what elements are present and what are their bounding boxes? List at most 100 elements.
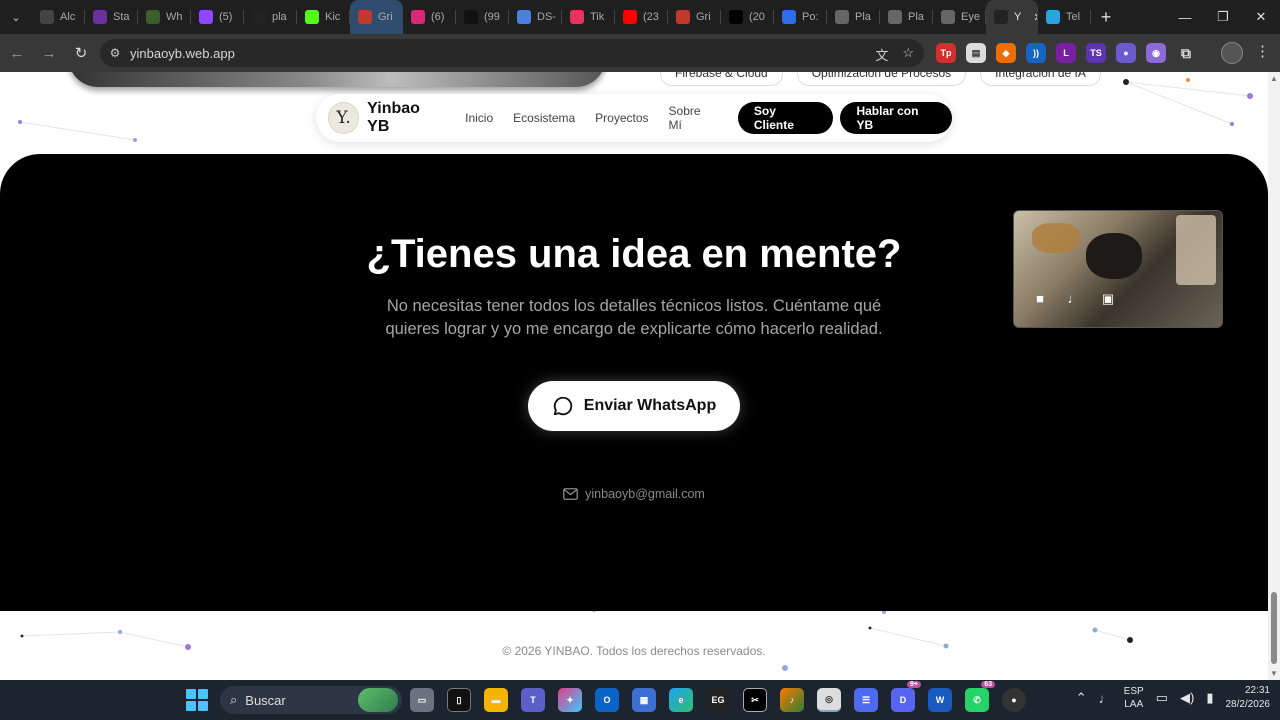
discord-icon[interactable]: D 9+ bbox=[891, 681, 921, 712]
nav-link-proyectos[interactable]: Proyectos bbox=[595, 111, 648, 125]
capcut-icon[interactable]: ✂ bbox=[743, 688, 767, 712]
taskbar-search[interactable]: ⌕ Buscar bbox=[220, 686, 402, 714]
whatsapp-badge: 63 bbox=[981, 681, 995, 688]
word-icon[interactable]: W bbox=[928, 688, 952, 712]
whatsapp-icon[interactable]: ✆ 63 bbox=[965, 681, 995, 712]
windows-taskbar: ⌕ Buscar ▭ ▯ ▬ T ✦ O ▦ e EG ✂ ♪ ◎ ☰ D 9+ … bbox=[0, 680, 1280, 720]
nav-link-sobre-mi[interactable]: Sobre Mí bbox=[669, 104, 716, 132]
extension-icon[interactable]: TS bbox=[1086, 43, 1106, 63]
nav-link-inicio[interactable]: Inicio bbox=[465, 111, 493, 125]
browser-tab[interactable]: (20 bbox=[721, 0, 774, 34]
window-controls: — ❐ ✕ bbox=[1166, 0, 1280, 34]
forward-icon[interactable]: → bbox=[34, 38, 64, 68]
extension-icon[interactable]: ◉ bbox=[1146, 43, 1166, 63]
profile-avatar[interactable] bbox=[1221, 42, 1243, 64]
chrome-icon[interactable]: ◎ bbox=[817, 688, 841, 712]
obs-icon[interactable]: ● bbox=[1002, 688, 1026, 712]
extension-icon[interactable]: ● bbox=[1116, 43, 1136, 63]
contact-email-link[interactable]: yinbaoyb@gmail.com bbox=[0, 487, 1268, 501]
fl-studio-icon[interactable]: ♪ bbox=[780, 688, 804, 712]
brand-name[interactable]: Yinbao YB bbox=[367, 100, 444, 136]
store-icon[interactable]: ▦ bbox=[632, 688, 656, 712]
clock[interactable]: 22:31 28/2/2026 bbox=[1226, 684, 1271, 712]
extensions-puzzle-icon[interactable]: ⧉ bbox=[1176, 43, 1196, 63]
x-icon bbox=[729, 10, 743, 24]
file-explorer-icon[interactable]: ▬ bbox=[484, 688, 508, 712]
close-window-icon[interactable]: ✕ bbox=[1242, 0, 1280, 34]
browser-tab[interactable]: Pla bbox=[880, 0, 933, 34]
browser-tab[interactable]: pla bbox=[244, 0, 297, 34]
browser-tab-label: (20 bbox=[749, 11, 765, 23]
globe-icon bbox=[835, 10, 849, 24]
scroll-up-icon[interactable]: ▲ bbox=[1270, 74, 1278, 83]
minimize-icon[interactable]: — bbox=[1166, 0, 1204, 34]
outlook-icon[interactable]: O bbox=[595, 688, 619, 712]
browser-tab[interactable]: (5) bbox=[191, 0, 244, 34]
windows-start-icon[interactable] bbox=[186, 689, 208, 711]
address-bar[interactable]: ⚙ yinbaoyb.web.app 文 ☆ bbox=[100, 39, 924, 67]
tab-search-button[interactable]: ⌄ bbox=[0, 0, 32, 34]
browser-tab[interactable]: Kic bbox=[297, 0, 350, 34]
url-text[interactable]: yinbaoyb.web.app bbox=[130, 46, 235, 61]
tiktok-icon bbox=[464, 10, 478, 24]
browser-tab-label: Gri bbox=[378, 11, 393, 23]
hablar-con-yb-button[interactable]: Hablar con YB bbox=[840, 102, 952, 134]
browser-tab[interactable]: Tel bbox=[1038, 0, 1091, 34]
microphone-tray-icon[interactable]: ♩ bbox=[1099, 691, 1112, 706]
browser-tab[interactable]: Tik bbox=[562, 0, 615, 34]
network-icon[interactable]: ▭ bbox=[1156, 690, 1168, 706]
taskbar-search-placeholder: Buscar bbox=[245, 692, 286, 708]
nav-link-ecosistema[interactable]: Ecosistema bbox=[513, 111, 575, 125]
browser-tab-label: pla bbox=[272, 11, 287, 23]
task-view-icon[interactable]: ▭ bbox=[410, 688, 434, 712]
teams-icon[interactable]: T bbox=[521, 688, 545, 712]
extension-icon[interactable]: ◆ bbox=[996, 43, 1016, 63]
browser-tab[interactable]: (23 bbox=[615, 0, 668, 34]
video-call-overlay[interactable]: ■ ♩ ▣ bbox=[1013, 210, 1223, 328]
browser-tab[interactable]: (6) bbox=[403, 0, 456, 34]
browser-tab[interactable]: Y ✕ bbox=[986, 0, 1038, 34]
screen-share-icon[interactable]: ▣ bbox=[1098, 291, 1118, 307]
scroll-down-icon[interactable]: ▼ bbox=[1270, 669, 1278, 678]
site-info-icon[interactable]: ⚙ bbox=[100, 46, 130, 60]
new-tab-button[interactable]: + bbox=[1091, 7, 1121, 28]
browser-tab-label: Pla bbox=[855, 11, 871, 23]
epic-games-icon[interactable]: EG bbox=[706, 688, 730, 712]
browser-tab[interactable]: Eye bbox=[933, 0, 986, 34]
microphone-icon[interactable]: ♩ bbox=[1064, 291, 1084, 307]
soy-cliente-button[interactable]: Soy Cliente bbox=[737, 102, 834, 134]
language-indicator[interactable]: ESP LAA bbox=[1124, 685, 1144, 711]
browser-tab[interactable]: Pla bbox=[827, 0, 880, 34]
bookmark-star-icon[interactable]: ☆ bbox=[902, 45, 914, 64]
translate-icon[interactable]: 文 bbox=[875, 45, 888, 64]
chevron-up-icon[interactable]: ⌃ bbox=[1076, 690, 1087, 706]
extension-icon[interactable]: L bbox=[1056, 43, 1076, 63]
logo[interactable]: Y. bbox=[328, 102, 360, 134]
extension-icon[interactable]: Tp bbox=[936, 43, 956, 63]
extension-icon[interactable]: )) bbox=[1026, 43, 1046, 63]
browser-tab[interactable]: Gri bbox=[668, 0, 721, 34]
copilot-icon[interactable]: ✦ bbox=[558, 688, 582, 712]
browser-tab[interactable]: Wh bbox=[138, 0, 191, 34]
browser-tab[interactable]: DS- bbox=[509, 0, 562, 34]
browser-tab[interactable]: Sta bbox=[85, 0, 138, 34]
edge-icon[interactable]: e bbox=[669, 688, 693, 712]
browser-tab[interactable]: Gri bbox=[350, 0, 403, 34]
battery-icon[interactable]: ▮ bbox=[1206, 690, 1213, 706]
restore-icon[interactable]: ❐ bbox=[1204, 0, 1242, 34]
scrollbar-thumb[interactable] bbox=[1271, 592, 1277, 664]
reload-icon[interactable]: ↻ bbox=[66, 38, 96, 68]
browser-menu-icon[interactable]: ⋮ bbox=[1255, 42, 1270, 60]
page-scrollbar[interactable]: ▲ ▼ bbox=[1268, 72, 1280, 680]
whatsapp-button[interactable]: Enviar WhatsApp bbox=[528, 381, 740, 431]
terminal-icon[interactable]: ▯ bbox=[447, 688, 471, 712]
extension-icon[interactable]: ▤ bbox=[966, 43, 986, 63]
camera-icon[interactable]: ■ bbox=[1030, 291, 1050, 307]
browser-tab[interactable]: Po: bbox=[774, 0, 827, 34]
back-icon[interactable]: ← bbox=[2, 38, 32, 68]
app-icon[interactable]: ☰ bbox=[854, 688, 878, 712]
globe-icon bbox=[888, 10, 902, 24]
volume-icon[interactable]: ◀) bbox=[1180, 690, 1194, 706]
browser-tab[interactable]: Alc bbox=[32, 0, 85, 34]
browser-tab[interactable]: (99 bbox=[456, 0, 509, 34]
